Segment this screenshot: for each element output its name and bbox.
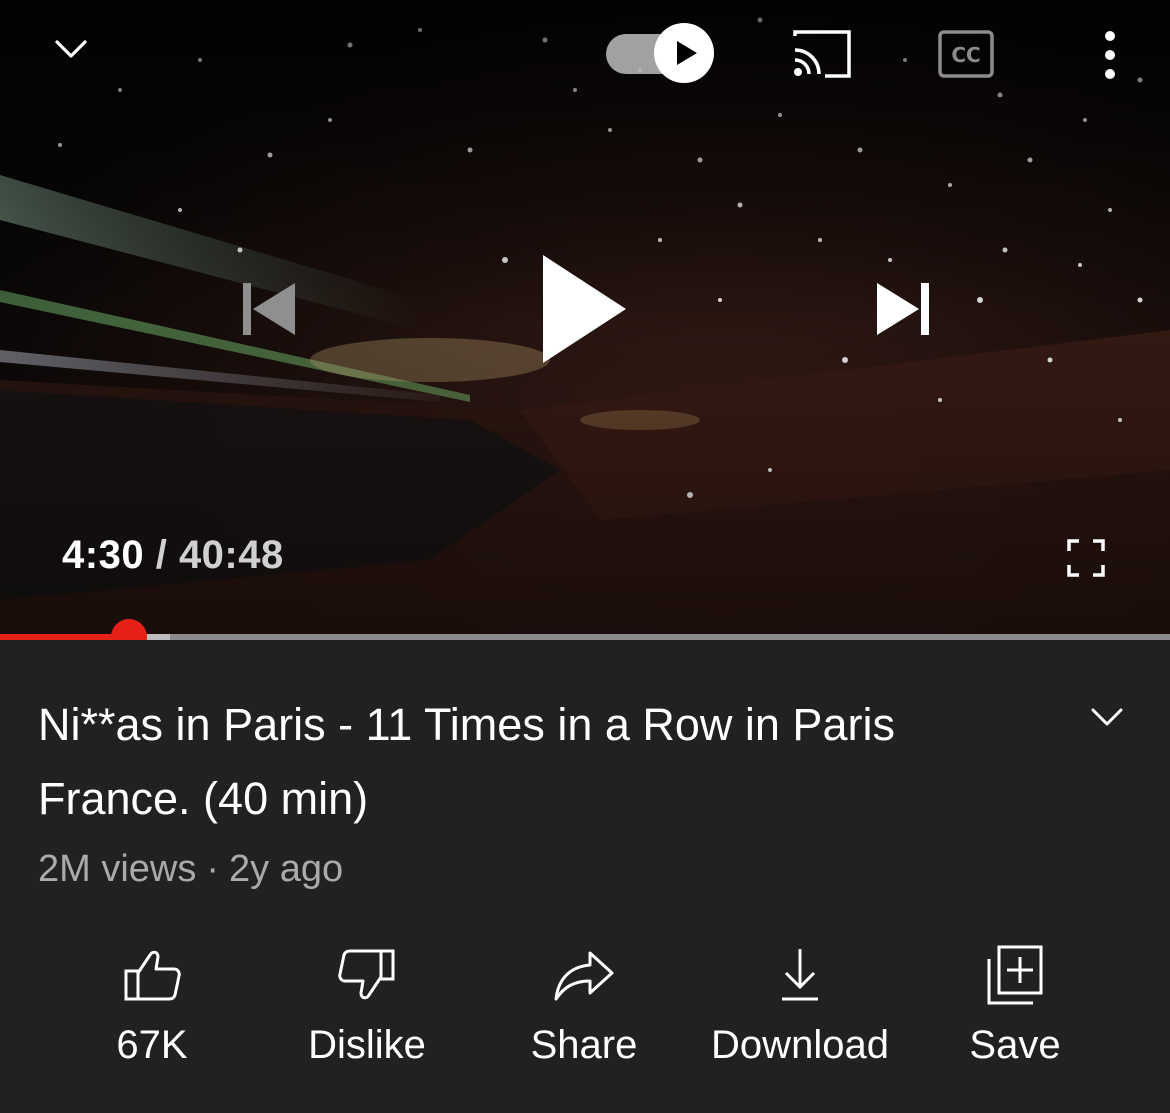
play-button[interactable] xyxy=(525,242,645,376)
more-vertical-icon xyxy=(1105,31,1115,79)
view-count: 2M views xyxy=(38,848,197,890)
progress-bar[interactable] xyxy=(0,619,1170,640)
download-label: Download xyxy=(711,1023,889,1067)
time-separator: / xyxy=(155,533,168,577)
chevron-down-icon xyxy=(1091,708,1123,726)
more-options-button[interactable] xyxy=(1086,24,1134,84)
download-icon xyxy=(782,949,818,1001)
upload-age: 2y ago xyxy=(229,848,344,890)
chevron-down-icon xyxy=(55,40,87,58)
cast-icon xyxy=(793,30,851,78)
play-icon xyxy=(543,255,626,363)
meta-separator: · xyxy=(206,848,220,890)
duration: 40:48 xyxy=(178,533,284,577)
action-bar: 67K Dislike Share Download Save xyxy=(0,935,1170,1085)
download-button[interactable]: Download xyxy=(690,935,910,1085)
save-label: Save xyxy=(969,1023,1061,1067)
skip-previous-icon xyxy=(243,283,295,335)
current-time: 4:30 xyxy=(62,533,145,577)
previous-button[interactable] xyxy=(228,272,308,346)
fullscreen-icon xyxy=(1067,539,1105,577)
progress-played xyxy=(0,634,129,640)
minimize-button[interactable] xyxy=(44,22,98,76)
autoplay-toggle-icon xyxy=(606,23,714,83)
skip-next-icon xyxy=(877,283,929,335)
svg-text:CC: CC xyxy=(951,43,980,67)
save-button[interactable]: Save xyxy=(905,935,1125,1085)
video-title[interactable]: Ni**as in Paris - 11 Times in a Row in P… xyxy=(38,688,1048,836)
fullscreen-button[interactable] xyxy=(1058,530,1114,586)
thumbs-up-icon xyxy=(124,950,181,1001)
dislike-button[interactable]: Dislike xyxy=(257,935,477,1085)
dislike-label: Dislike xyxy=(308,1023,426,1067)
like-button[interactable]: 67K xyxy=(42,935,262,1085)
share-button[interactable]: Share xyxy=(474,935,694,1085)
video-player[interactable]: CC 4:30 / 40:48 xyxy=(0,0,1170,640)
closed-captions-icon: CC xyxy=(938,30,994,78)
like-count: 67K xyxy=(116,1023,188,1067)
captions-button[interactable]: CC xyxy=(930,24,1002,84)
cast-button[interactable] xyxy=(785,24,857,84)
next-button[interactable] xyxy=(864,272,944,346)
youtube-watch-page: CC 4:30 / 40:48 Ni**as in Paris - 11 Tim… xyxy=(0,0,1170,1113)
time-display: 4:30 / 40:48 xyxy=(62,533,284,578)
video-metadata: 2M views · 2y ago xyxy=(38,848,343,891)
autoplay-toggle[interactable] xyxy=(600,20,720,86)
thumbs-down-icon xyxy=(338,949,395,1000)
add-to-playlist-icon xyxy=(987,945,1043,1005)
share-label: Share xyxy=(530,1023,638,1067)
expand-description-button[interactable] xyxy=(1085,700,1129,736)
share-arrow-icon xyxy=(554,951,614,1001)
